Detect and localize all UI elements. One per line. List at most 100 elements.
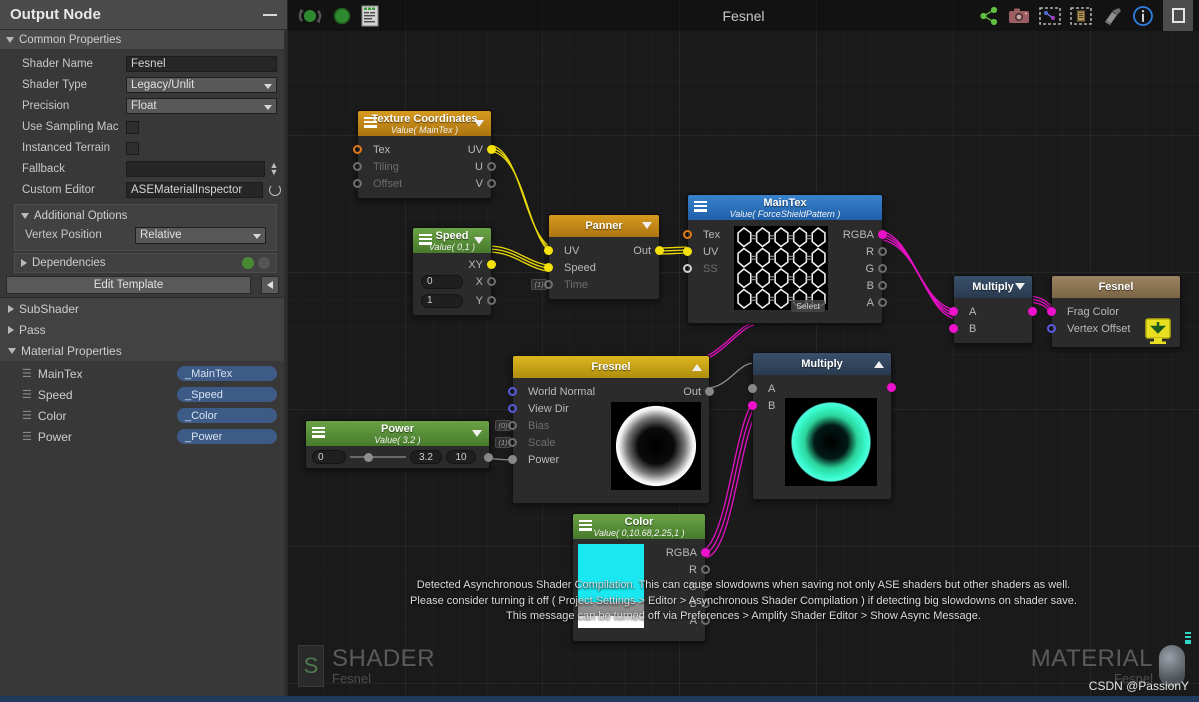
port-dot[interactable] <box>1047 324 1056 333</box>
port-dot[interactable] <box>484 452 493 462</box>
port-world-normal[interactable]: World Normal <box>508 383 609 400</box>
port-dot[interactable] <box>748 384 757 393</box>
port-view-dir[interactable]: View Dir <box>508 400 609 417</box>
additional-options-header[interactable]: Additional Options <box>15 207 276 225</box>
port-b[interactable]: B <box>828 277 887 294</box>
texture-preview[interactable]: Select <box>734 226 828 315</box>
node-panner[interactable]: Panner UV Out Speed (1) Time <box>531 214 664 300</box>
port-dot[interactable] <box>949 307 958 316</box>
port-dot[interactable] <box>508 421 517 430</box>
shader-type-dropdown[interactable]: Legacy/Unlit <box>126 77 277 93</box>
menu-icon[interactable] <box>364 117 377 128</box>
power-value-input[interactable]: 3.2 <box>410 450 442 464</box>
port-dot[interactable] <box>353 179 362 188</box>
minimize-icon[interactable] <box>263 13 277 16</box>
port-a[interactable]: A <box>949 303 1037 320</box>
port-dot[interactable] <box>487 260 496 269</box>
node-header[interactable]: Multiply <box>954 276 1032 298</box>
power-slider-track[interactable] <box>350 452 406 462</box>
port-b[interactable]: B <box>748 397 785 414</box>
port-scale[interactable]: (1) Scale <box>495 434 609 451</box>
menu-icon[interactable] <box>312 427 325 438</box>
tree-item-subshader[interactable]: SubShader <box>0 298 287 319</box>
sidebar-scrollbar[interactable] <box>284 30 287 702</box>
port-dot[interactable] <box>487 179 496 188</box>
material-property-row[interactable]: ☰ Color _Color <box>0 405 287 426</box>
port-uv[interactable]: UV Out <box>544 242 664 259</box>
port-dot[interactable] <box>878 264 887 273</box>
port-dot[interactable] <box>655 246 664 255</box>
port-uv[interactable]: UV <box>683 243 734 260</box>
tree-item-pass[interactable]: Pass <box>0 319 287 340</box>
port-power[interactable]: Power <box>508 451 609 468</box>
chevron-down-icon[interactable] <box>642 222 652 229</box>
port-dot[interactable] <box>353 162 362 171</box>
port-bias[interactable]: (0) Bias <box>495 417 609 434</box>
power-slider-row[interactable]: 0 3.2 10 <box>306 446 493 468</box>
port-dot[interactable] <box>544 246 553 255</box>
minus-circle-icon[interactable] <box>258 257 270 269</box>
port-dot[interactable] <box>683 264 692 273</box>
clean-unused-icon[interactable] <box>1101 6 1123 26</box>
property-reference[interactable]: _Speed <box>177 387 277 402</box>
port-dot[interactable] <box>544 280 553 289</box>
port-r[interactable]: R <box>828 243 887 260</box>
port-dot[interactable] <box>487 296 496 305</box>
maximize-icon[interactable] <box>1163 0 1193 31</box>
node-speed[interactable]: Speed Value( 0,1 ) XY 0 X 1 Y <box>412 227 496 316</box>
menu-icon[interactable] <box>694 201 707 212</box>
node-header[interactable]: Fesnel <box>1052 276 1180 298</box>
port-dot[interactable] <box>878 298 887 307</box>
node-maintex[interactable]: MainTex Value( ForceShieldPattern ) Tex … <box>683 194 887 324</box>
node-header[interactable]: Fresnel <box>513 356 709 378</box>
collapse-panel-button[interactable] <box>261 276 279 294</box>
use-sampling-macros-checkbox[interactable] <box>126 120 139 134</box>
info-icon[interactable] <box>1132 5 1154 27</box>
speed-x-input[interactable]: 0 <box>421 274 463 289</box>
fallback-input[interactable] <box>126 161 265 177</box>
slider-knob[interactable] <box>364 452 373 462</box>
select-texture-button[interactable]: Select <box>791 300 825 312</box>
port-dot[interactable] <box>701 548 710 557</box>
port-ss[interactable]: SS <box>683 260 734 277</box>
plus-circle-icon[interactable] <box>242 257 254 269</box>
port-dot[interactable] <box>1028 307 1037 316</box>
node-header[interactable]: Speed Value( 0,1 ) <box>413 228 491 253</box>
property-reference[interactable]: _Power <box>177 429 277 444</box>
port-tex[interactable]: Tex <box>683 226 734 243</box>
share-icon[interactable] <box>979 6 999 26</box>
port-dot[interactable] <box>887 382 896 392</box>
port-offset[interactable]: Offset V <box>353 175 496 192</box>
custom-editor-input[interactable]: ASEMaterialInspector <box>126 182 263 198</box>
port-x[interactable]: 0 X <box>413 273 496 290</box>
port-g[interactable]: G <box>828 260 887 277</box>
node-multiply-b[interactable]: Multiply A B <box>748 352 896 500</box>
port-dot[interactable] <box>508 455 517 464</box>
stepper-icon[interactable]: ▲ ▼ <box>269 161 279 177</box>
port-dot[interactable] <box>487 162 496 171</box>
node-header[interactable]: Multiply <box>753 353 891 375</box>
node-header[interactable]: Color Value( 0,10.68,2.25,1 ) <box>573 514 705 539</box>
port-dot[interactable] <box>878 247 887 256</box>
port-rgba[interactable]: RGBA <box>828 226 887 243</box>
drag-handle-icon[interactable]: ☰ <box>22 367 32 380</box>
shader-code-icon[interactable] <box>360 5 380 27</box>
property-reference[interactable]: _Color <box>177 408 277 423</box>
port-dot[interactable] <box>949 324 958 333</box>
menu-icon[interactable] <box>579 520 592 531</box>
drag-handle-icon[interactable]: ☰ <box>22 409 32 422</box>
port-dot[interactable] <box>1047 307 1056 316</box>
node-header[interactable]: Power Value( 3.2 ) <box>306 421 489 446</box>
port-dot[interactable] <box>878 281 887 290</box>
port-dot[interactable] <box>487 145 496 154</box>
port-b[interactable]: B <box>949 320 1032 337</box>
port-dot[interactable] <box>487 277 496 286</box>
port-r[interactable]: R <box>645 561 710 578</box>
focus-node-icon[interactable] <box>1070 6 1092 26</box>
port-out[interactable] <box>785 380 896 394</box>
port-dot[interactable] <box>705 387 714 396</box>
node-multiply-a[interactable]: Multiply A B <box>949 275 1037 344</box>
instanced-terrain-checkbox[interactable] <box>126 141 139 155</box>
shader-name-input[interactable]: Fesnel <box>126 56 277 72</box>
chevron-down-icon[interactable] <box>472 430 482 437</box>
